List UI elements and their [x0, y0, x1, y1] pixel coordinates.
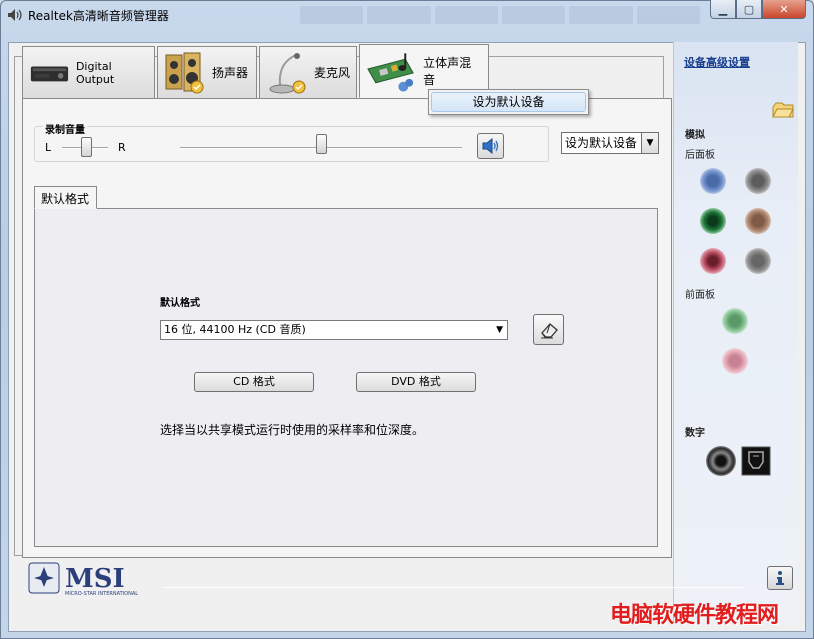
maximize-button[interactable]: ▢ — [736, 0, 762, 19]
coaxial-jack[interactable] — [706, 446, 736, 476]
format-panel — [34, 208, 658, 547]
sound-card-icon — [367, 53, 414, 92]
title-bar: Realtek高清晰音频管理器 ▁ ▢ ✕ — [0, 0, 812, 30]
mute-button[interactable] — [477, 133, 504, 159]
format-selected-value: 16 位, 44100 Hz (CD 音质) — [164, 323, 306, 336]
format-description: 选择当以共享模式运行时使用的采样率和位深度。 — [160, 423, 425, 437]
rear-jack-pink[interactable] — [700, 248, 726, 274]
analog-label: 模拟 — [685, 130, 705, 141]
digital-label: 数字 — [685, 428, 705, 439]
footer-divider — [164, 587, 744, 588]
window-title: Realtek高清晰音频管理器 — [28, 9, 169, 23]
recording-volume-title: 录制音量 — [43, 121, 87, 136]
rear-panel-label: 后面板 — [685, 150, 715, 161]
chevron-down-icon: ▼ — [641, 133, 658, 153]
maximize-icon: ▢ — [743, 2, 755, 16]
tab-label: Digital Output — [75, 59, 115, 86]
tab-speakers[interactable]: 扬声器 — [157, 46, 257, 98]
dvd-format-button[interactable]: DVD 格式 — [356, 372, 476, 392]
rear-jack-silver[interactable] — [745, 248, 771, 274]
tab-microphone[interactable]: 麦克风 — [259, 46, 357, 98]
balance-slider-thumb[interactable] — [81, 137, 92, 157]
reset-format-button[interactable] — [533, 314, 564, 345]
close-button[interactable]: ✕ — [762, 0, 806, 19]
balance-right-label: R — [118, 141, 126, 154]
info-icon — [776, 571, 784, 585]
front-panel-label: 前面板 — [685, 290, 715, 301]
front-jack-green[interactable] — [722, 308, 748, 334]
advanced-settings-link[interactable]: 设备高级设置 — [684, 54, 750, 70]
tab-digital-output[interactable]: Digital Output — [22, 46, 155, 98]
speaker-icon — [482, 138, 498, 154]
speaker-app-icon — [8, 9, 22, 21]
rear-jack-blue[interactable] — [700, 168, 726, 194]
set-default-value: 设为默认设备 — [565, 136, 638, 150]
format-section-label: 默认格式 — [160, 298, 200, 309]
optical-jack-icon[interactable] — [741, 446, 771, 476]
context-menu: 设为默认设备 — [428, 89, 589, 115]
close-icon: ✕ — [779, 2, 789, 16]
speakers-icon — [165, 52, 204, 93]
svg-text:MSI: MSI — [65, 564, 125, 594]
rear-jack-gray[interactable] — [745, 168, 771, 194]
menu-item-set-default[interactable]: 设为默认设备 — [431, 92, 586, 112]
watermark: 电脑软硬件教程网 — [610, 603, 779, 628]
minimize-icon: ▁ — [718, 2, 728, 16]
chevron-down-icon: ▼ — [496, 325, 503, 335]
minimize-button[interactable]: ▁ — [710, 0, 736, 19]
svg-text:MICRO-STAR INTERNATIONAL: MICRO-STAR INTERNATIONAL — [65, 591, 138, 597]
front-jack-pink[interactable] — [722, 348, 748, 374]
info-button[interactable] — [767, 566, 793, 590]
tab-label: 扬声器 — [212, 66, 249, 80]
balance-left-label: L — [45, 141, 52, 154]
tab-label: 麦克风 — [313, 66, 350, 80]
recording-volume-group — [34, 126, 549, 162]
eraser-icon — [540, 322, 558, 338]
volume-slider-thumb[interactable] — [316, 134, 327, 154]
msi-logo: MSI MICRO-STAR INTERNATIONAL — [28, 562, 138, 597]
rear-jack-green[interactable] — [700, 208, 726, 234]
microphone-icon — [269, 52, 306, 93]
tab-default-format[interactable]: 默认格式 — [34, 186, 97, 209]
cd-format-button[interactable]: CD 格式 — [194, 372, 314, 392]
rear-jack-brown[interactable] — [745, 208, 771, 234]
tab-label: 立体声混音 — [423, 56, 472, 87]
background-blur — [300, 6, 700, 24]
set-default-dropdown[interactable]: 设为默认设备 ▼ — [561, 132, 659, 154]
digital-output-device-icon — [30, 65, 69, 81]
folder-icon[interactable] — [772, 101, 794, 121]
device-tabs: Digital Output 扬声器 麦克风 立体声混音 — [22, 44, 491, 98]
format-dropdown[interactable]: 16 位, 44100 Hz (CD 音质) ▼ — [160, 320, 508, 340]
